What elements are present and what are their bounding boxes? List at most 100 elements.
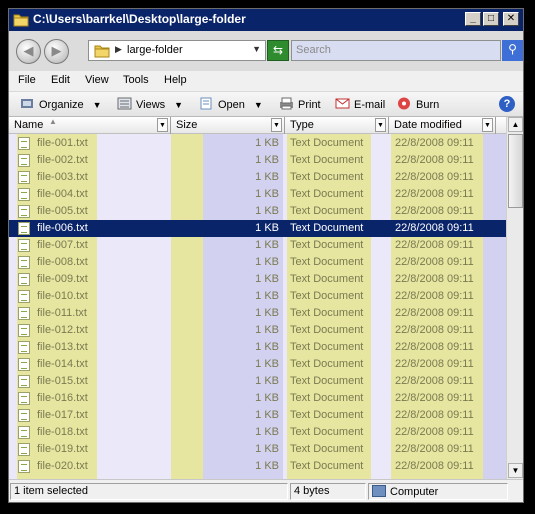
- burn-button[interactable]: Burn: [397, 97, 439, 111]
- help-button[interactable]: ?: [499, 96, 515, 112]
- file-row[interactable]: file-010.txt 1 KB Text Document 22/8/2008 0…: [9, 288, 506, 305]
- file-row[interactable]: file-016.txt 1 KB Text Document 22/8/2008 0…: [9, 390, 506, 407]
- name-filter-dropdown-icon[interactable]: ▼: [157, 118, 168, 132]
- menu-view[interactable]: View: [85, 74, 109, 86]
- file-row[interactable]: file-018.txt 1 KB Text Document 22/8/2008 0…: [9, 424, 506, 441]
- text-file-icon: [18, 273, 30, 286]
- column-date[interactable]: Date modified ▼: [389, 117, 496, 134]
- file-type: Text Document: [290, 324, 364, 336]
- file-date: 22/8/2008 09:11: [395, 341, 474, 353]
- file-name: file-010.txt: [37, 290, 88, 302]
- file-row[interactable]: file-005.txt 1 KB Text Document 22/8/2008 0…: [9, 203, 506, 220]
- file-size: 1 KB: [255, 171, 279, 183]
- file-row[interactable]: file-004.txt 1 KB Text Document 22/8/2008 0…: [9, 186, 506, 203]
- scroll-thumb[interactable]: [508, 134, 523, 208]
- file-size: 1 KB: [255, 222, 279, 234]
- file-type: Text Document: [290, 137, 364, 149]
- views-button[interactable]: Views ▼: [117, 97, 183, 111]
- file-size: 1 KB: [255, 375, 279, 387]
- open-dropdown-icon: ▼: [253, 100, 263, 110]
- file-row[interactable]: file-009.txt 1 KB Text Document 22/8/2008 0…: [9, 271, 506, 288]
- minimize-button[interactable]: _: [465, 12, 481, 26]
- refresh-icon: ⇆: [272, 43, 284, 57]
- column-size[interactable]: Size ▼: [171, 117, 285, 134]
- search-input[interactable]: Search: [291, 40, 501, 61]
- file-type: Text Document: [290, 426, 364, 438]
- status-size: 4 bytes: [290, 483, 366, 500]
- folder-icon: [94, 45, 110, 58]
- file-size: 1 KB: [255, 239, 279, 251]
- file-row[interactable]: file-014.txt 1 KB Text Document 22/8/2008 0…: [9, 356, 506, 373]
- burn-icon: [398, 97, 410, 110]
- file-type: Text Document: [290, 392, 364, 404]
- menu-tools[interactable]: Tools: [123, 74, 149, 86]
- email-label: E-mail: [354, 99, 386, 111]
- file-row[interactable]: file-019.txt 1 KB Text Document 22/8/2008 0…: [9, 441, 506, 458]
- file-row[interactable]: file-006.txt 1 KB Text Document 22/8/2008 0…: [9, 220, 506, 237]
- file-row[interactable]: file-015.txt 1 KB Text Document 22/8/2008 0…: [9, 373, 506, 390]
- column-date-label: Date modified: [394, 119, 462, 131]
- file-row[interactable]: file-007.txt 1 KB Text Document 22/8/2008 0…: [9, 237, 506, 254]
- file-date: 22/8/2008 09:11: [395, 409, 474, 421]
- back-icon: ◀: [23, 43, 34, 58]
- maximize-button[interactable]: □: [483, 12, 499, 26]
- open-button[interactable]: Open ▼: [199, 97, 263, 111]
- file-type: Text Document: [290, 460, 364, 472]
- menu-help[interactable]: Help: [164, 74, 187, 86]
- forward-button[interactable]: ▶: [44, 39, 69, 64]
- date-filter-dropdown-icon[interactable]: ▼: [482, 118, 493, 132]
- size-filter-dropdown-icon[interactable]: ▼: [271, 118, 282, 132]
- file-list[interactable]: Name ▲ ▼ Size ▼ Type ▼ Date modified ▼ f…: [9, 117, 523, 479]
- file-size: 1 KB: [255, 460, 279, 472]
- file-name: file-008.txt: [37, 256, 88, 268]
- breadcrumb-chevron-icon[interactable]: ▶: [115, 44, 122, 55]
- vertical-scrollbar[interactable]: ▲ ▼: [506, 117, 523, 479]
- column-header: Name ▲ ▼ Size ▼ Type ▼ Date modified ▼: [9, 117, 506, 134]
- back-button[interactable]: ◀: [16, 39, 41, 64]
- menu-file[interactable]: File: [18, 74, 36, 86]
- window-frame: C:\Users\barrkel\Desktop\large-folder _ …: [8, 8, 524, 503]
- file-name: file-019.txt: [37, 443, 88, 455]
- print-button[interactable]: Print: [279, 97, 321, 111]
- print-label: Print: [298, 99, 321, 111]
- file-size: 1 KB: [255, 426, 279, 438]
- menu-edit[interactable]: Edit: [51, 74, 70, 86]
- column-size-label: Size: [176, 119, 198, 131]
- file-type: Text Document: [290, 409, 364, 421]
- scroll-down-button[interactable]: ▼: [508, 463, 523, 478]
- file-row[interactable]: file-011.txt 1 KB Text Document 22/8/2008 0…: [9, 305, 506, 322]
- close-button[interactable]: ✕: [503, 12, 519, 26]
- file-row[interactable]: file-020.txt 1 KB Text Document 22/8/2008 0…: [9, 458, 506, 475]
- column-type[interactable]: Type ▼: [285, 117, 389, 134]
- file-date: 22/8/2008 09:11: [395, 205, 474, 217]
- file-row[interactable]: file-003.txt 1 KB Text Document 22/8/2008 0…: [9, 169, 506, 186]
- organize-button[interactable]: Organize ▼: [20, 97, 102, 111]
- scroll-up-button[interactable]: ▲: [508, 117, 523, 132]
- type-filter-dropdown-icon[interactable]: ▼: [375, 118, 386, 132]
- text-file-icon: [18, 392, 30, 405]
- file-size: 1 KB: [255, 358, 279, 370]
- address-bar[interactable]: ▶ large-folder ▼: [88, 40, 266, 61]
- file-name: file-003.txt: [37, 171, 88, 183]
- open-label: Open: [218, 99, 245, 111]
- email-button[interactable]: E-mail: [335, 97, 385, 111]
- file-type: Text Document: [290, 171, 364, 183]
- column-name[interactable]: Name ▲ ▼: [9, 117, 171, 134]
- title-bar[interactable]: C:\Users\barrkel\Desktop\large-folder _ …: [9, 9, 523, 31]
- file-row[interactable]: file-013.txt 1 KB Text Document 22/8/2008 0…: [9, 339, 506, 356]
- organize-label: Organize: [39, 99, 84, 111]
- file-date: 22/8/2008 09:11: [395, 273, 474, 285]
- file-row[interactable]: file-012.txt 1 KB Text Document 22/8/2008 0…: [9, 322, 506, 339]
- file-row[interactable]: file-017.txt 1 KB Text Document 22/8/2008 0…: [9, 407, 506, 424]
- file-row[interactable]: file-002.txt 1 KB Text Document 22/8/2008 0…: [9, 152, 506, 169]
- column-type-label: Type: [290, 119, 314, 131]
- file-date: 22/8/2008 09:11: [395, 188, 474, 200]
- file-row[interactable]: file-008.txt 1 KB Text Document 22/8/2008 0…: [9, 254, 506, 271]
- refresh-button[interactable]: ⇆: [267, 40, 289, 61]
- status-location: Computer: [368, 483, 508, 500]
- file-row[interactable]: file-001.txt 1 KB Text Document 22/8/2008 0…: [9, 135, 506, 152]
- search-button[interactable]: ⚲: [502, 40, 523, 61]
- address-dropdown-icon[interactable]: ▼: [252, 44, 261, 54]
- file-type: Text Document: [290, 239, 364, 251]
- file-date: 22/8/2008 09:11: [395, 222, 474, 234]
